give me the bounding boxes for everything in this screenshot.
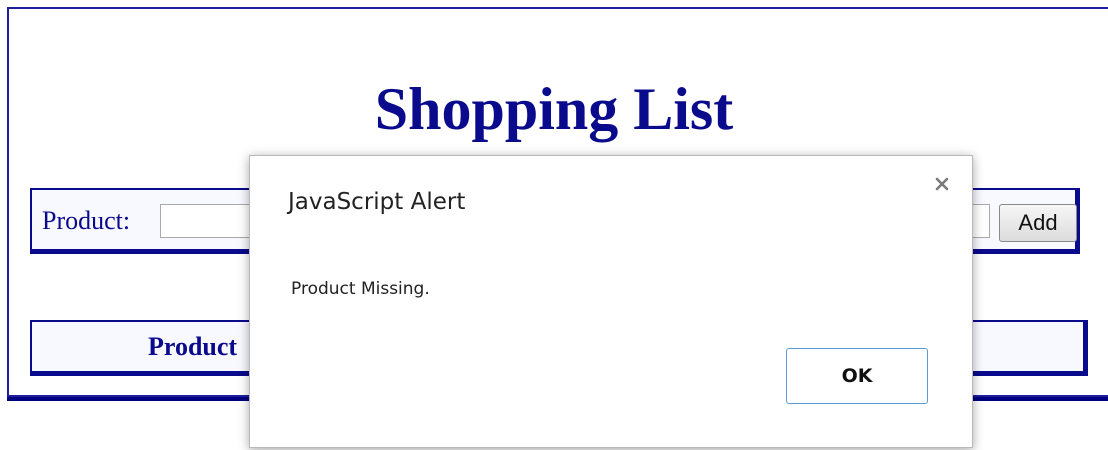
javascript-alert-dialog: JavaScript Alert Product Missing. OK [249,155,973,448]
page-title: Shopping List [374,76,734,142]
product-label: Product: [42,206,131,235]
add-button[interactable]: Add [999,204,1077,242]
ok-button[interactable]: OK [786,348,928,404]
column-header-product: Product [148,332,238,361]
alert-title: JavaScript Alert [288,189,466,215]
alert-message: Product Missing. [291,279,430,299]
close-icon[interactable] [930,172,954,196]
